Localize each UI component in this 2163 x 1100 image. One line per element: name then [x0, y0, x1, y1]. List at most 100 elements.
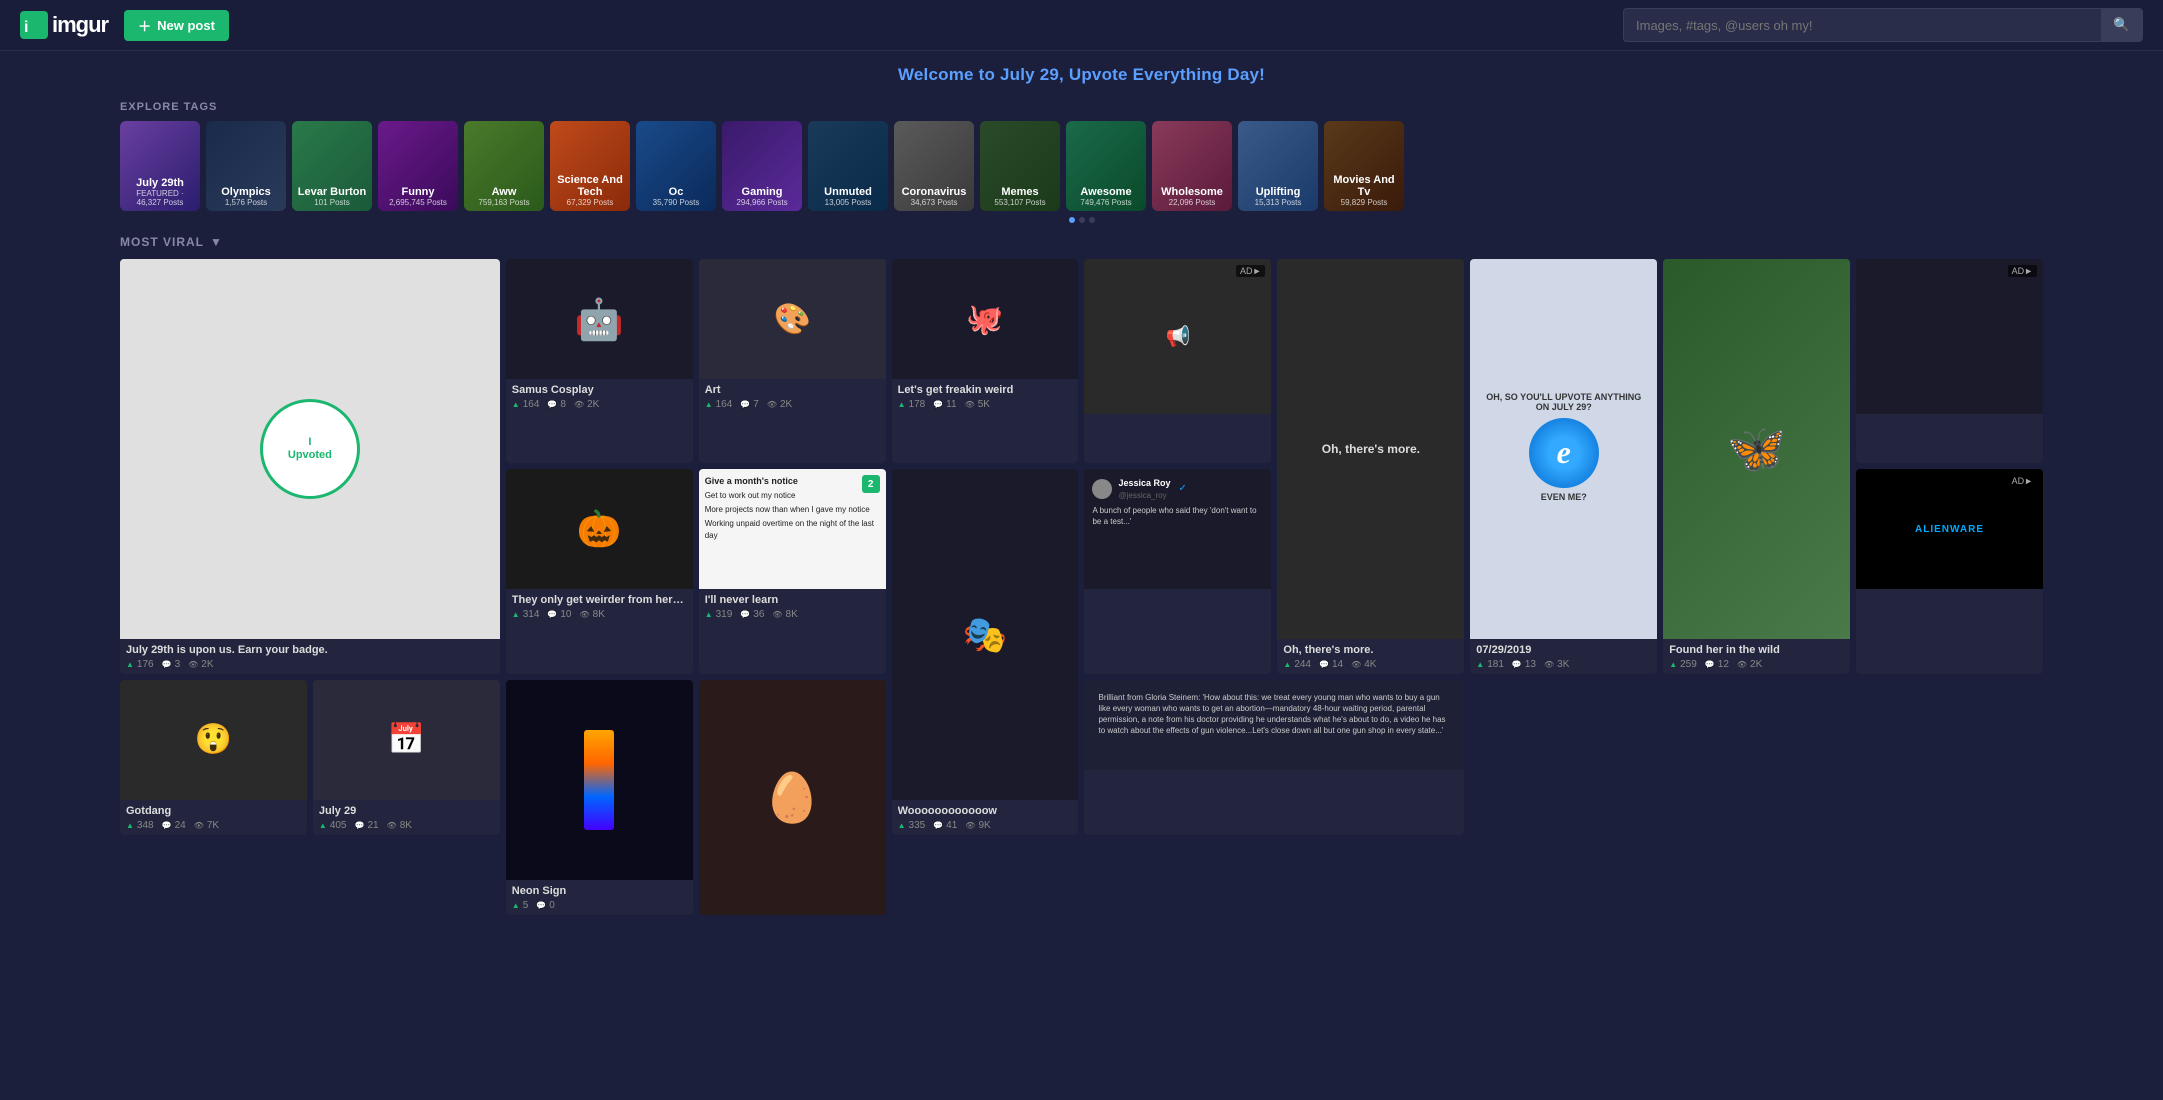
post-upvote[interactable]: IUpvoted July 29th is upon us. Earn your… [120, 259, 500, 674]
post-wooo[interactable]: 🎭 Woooooooooooow 335 41 9K [892, 469, 1079, 834]
post-art[interactable]: 🎨 Art 164 7 2K [699, 259, 886, 463]
post-samus[interactable]: 🤖 Samus Cosplay 164 8 2K [506, 259, 693, 463]
tag-sub: 59,829 Posts [1327, 198, 1401, 207]
gotdang-icon: 😲 [195, 722, 232, 757]
tag-card-corona[interactable]: Coronavirus 34,673 Posts [894, 121, 974, 211]
post-title: Neon Sign [512, 885, 687, 897]
post-jessica[interactable]: Jessica Roy @jessica_roy ✓ A bunch of pe… [1084, 469, 1271, 673]
tag-card-awesome[interactable]: Awesome 749,476 Posts [1066, 121, 1146, 211]
post-gloria[interactable]: Brilliant from Gloria Steinem: 'How abou… [1084, 680, 1464, 835]
upvote-sticker: IUpvoted [260, 399, 360, 499]
comments: 7 [740, 399, 759, 410]
post-footer: Oh, there's more. 244 14 4K [1277, 639, 1464, 674]
tag-name: Olympics [209, 186, 283, 198]
search-bar: 🔍 [1623, 8, 2143, 42]
post-notice[interactable]: 2 Give a month's notice Get to work out … [699, 469, 886, 673]
post-title: Oh, there's more. [1283, 644, 1458, 656]
alienware-logo: ALIENWARE [1915, 524, 1984, 535]
post-stats: 164 7 2K [705, 399, 880, 410]
post-july29[interactable]: 📅 July 29 405 21 8K [313, 680, 500, 835]
views: 2K [574, 399, 599, 410]
post-grid: IUpvoted July 29th is upon us. Earn your… [120, 259, 2043, 915]
views: 5K [965, 399, 990, 410]
ad-badge: AD► [2008, 265, 2037, 277]
tag-sub: 749,476 Posts [1069, 198, 1143, 207]
upvotes: 405 [319, 820, 347, 831]
explore-section: EXPLORE TAGS July 29th FEATURED · 46,327… [0, 93, 2163, 235]
tag-card-movies[interactable]: Movies And Tv 59,829 Posts [1324, 121, 1404, 211]
post-born[interactable]: 🥚 [699, 680, 886, 915]
tag-card-levar[interactable]: Levar Burton 101 Posts [292, 121, 372, 211]
post-ad2[interactable]: AD► [1856, 259, 2043, 463]
ie-caption: OH, SO YOU'LL UPVOTE ANYTHING ON JULY 29… [1478, 392, 1649, 412]
new-post-button[interactable]: ＋ New post [124, 10, 229, 41]
upvotes: 178 [898, 399, 926, 410]
tag-card-olympics[interactable]: Olympics 1,576 Posts [206, 121, 286, 211]
post-footer: Found her in the wild 259 12 2K [1663, 639, 1850, 674]
tag-card-uplifting[interactable]: Uplifting 15,313 Posts [1238, 121, 1318, 211]
tag-card-scitech[interactable]: Science And Tech 67,329 Posts [550, 121, 630, 211]
tag-name: July 29th [123, 177, 197, 189]
tag-card-wholesome[interactable]: Wholesome 22,096 Posts [1152, 121, 1232, 211]
weird-icon: 🐙 [966, 302, 1003, 337]
logo[interactable]: i imgur [20, 11, 108, 39]
post-title: July 29 [319, 805, 494, 817]
search-button[interactable]: 🔍 [2101, 9, 2142, 41]
comments: 21 [355, 820, 379, 831]
upvotes: 348 [126, 820, 154, 831]
tag-sub: 67,329 Posts [553, 198, 627, 207]
upvotes: 314 [512, 609, 540, 620]
explore-label: EXPLORE TAGS [120, 101, 2043, 113]
tag-card-july[interactable]: July 29th FEATURED · 46,327 Posts [120, 121, 200, 211]
post-footer: July 29th is upon us. Earn your badge. 1… [120, 639, 500, 674]
views: 4K [1351, 659, 1376, 670]
svg-text:i: i [24, 19, 28, 36]
tag-card-funny[interactable]: Funny 2,695,745 Posts [378, 121, 458, 211]
post-pumpkin[interactable]: 🎃 They only get weirder from here... 314… [506, 469, 693, 673]
post-title: Found her in the wild [1669, 644, 1844, 656]
tag-name: Science And Tech [553, 174, 627, 198]
tag-sub: 34,673 Posts [897, 198, 971, 207]
views: 2K [188, 659, 213, 670]
post-found[interactable]: 🦋 Found her in the wild 259 12 2K [1663, 259, 1850, 674]
found-icon: 🦋 [1727, 420, 1787, 477]
upvotes: 164 [705, 399, 733, 410]
post-footer: Samus Cosplay 164 8 2K [506, 379, 693, 414]
tag-name: Funny [381, 186, 455, 198]
post-footer: 07/29/2019 181 13 3K [1470, 639, 1657, 674]
tag-card-unmuted[interactable]: Unmuted 13,005 Posts [808, 121, 888, 211]
tag-card-gaming[interactable]: Gaming 294,966 Posts [722, 121, 802, 211]
post-footer: Gotdang 348 24 7K [120, 800, 307, 835]
tag-card-memes[interactable]: Memes 553,107 Posts [980, 121, 1060, 211]
tag-sub: 294,966 Posts [725, 198, 799, 207]
post-stats: 5 0 [512, 900, 687, 911]
post-alienware[interactable]: AD► ALIENWARE [1856, 469, 2043, 673]
comments: 3 [162, 659, 181, 670]
post-title: Samus Cosplay [512, 384, 687, 396]
welcome-banner: Welcome to July 29, Upvote Everything Da… [0, 51, 2163, 93]
post-ad1[interactable]: AD► 📢 [1084, 259, 1271, 463]
post-neon[interactable]: Neon Sign 5 0 [506, 680, 693, 915]
viral-header: MOST VIRAL ▼ [120, 235, 2043, 249]
search-input[interactable] [1624, 11, 2101, 40]
tag-card-oc[interactable]: Oc 35,790 Posts [636, 121, 716, 211]
post-title: 07/29/2019 [1476, 644, 1651, 656]
post-stats: 164 8 2K [512, 399, 687, 410]
post-footer: Neon Sign 5 0 [506, 880, 693, 915]
post-weird[interactable]: 🐙 Let's get freakin weird 178 11 5K [892, 259, 1079, 463]
ie-logo [1529, 418, 1599, 488]
ie-even-me: EVEN ME? [1537, 488, 1591, 506]
post-title: Gotdang [126, 805, 301, 817]
tag-dot [1079, 217, 1085, 223]
tag-card-aww[interactable]: Aww 759,163 Posts [464, 121, 544, 211]
tag-sub: 759,163 Posts [467, 198, 541, 207]
post-footer: Let's get freakin weird 178 11 5K [892, 379, 1079, 414]
upvotes: 335 [898, 820, 926, 831]
post-oh-more[interactable]: Oh, there's more. Oh, there's more. 244 … [1277, 259, 1464, 674]
post-gotdang[interactable]: 😲 Gotdang 348 24 7K [120, 680, 307, 835]
tag-sub: 2,695,745 Posts [381, 198, 455, 207]
dropdown-icon[interactable]: ▼ [210, 235, 223, 249]
post-ie[interactable]: OH, SO YOU'LL UPVOTE ANYTHING ON JULY 29… [1470, 259, 1657, 674]
views: 2K [1737, 659, 1762, 670]
tag-sub: 553,107 Posts [983, 198, 1057, 207]
